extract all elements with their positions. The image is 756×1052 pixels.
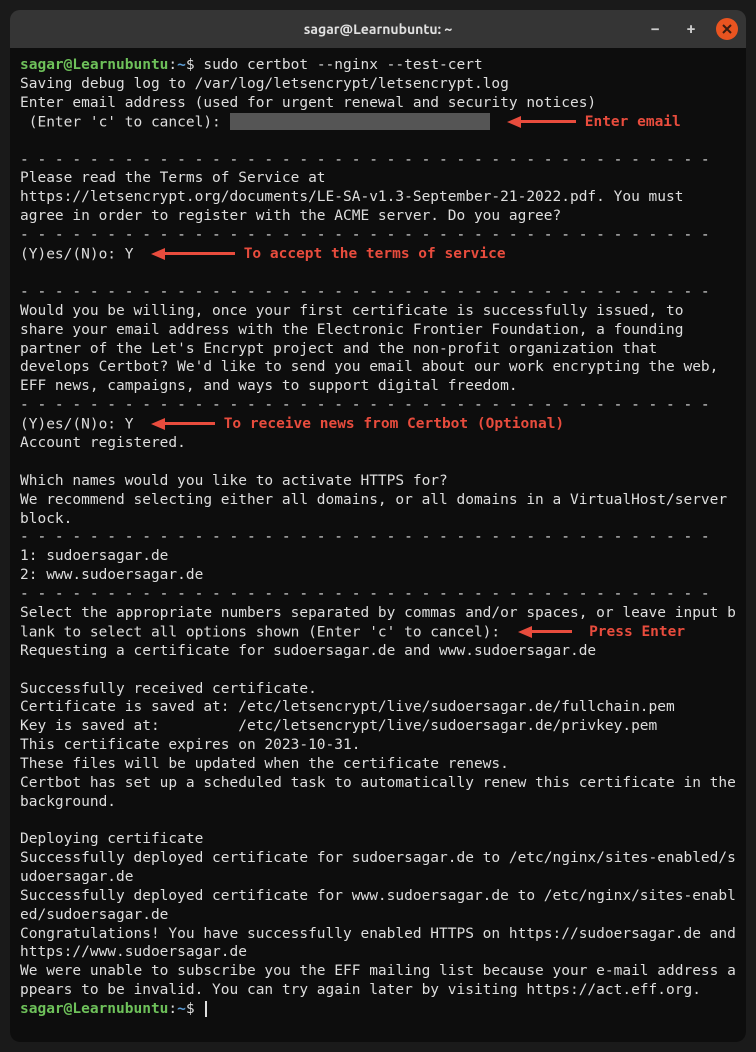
prompt-user: sagar@Learnubuntu [20, 57, 168, 73]
output-line: develops Certbot? We'd like to send you … [20, 358, 736, 377]
arrow-icon [151, 245, 235, 264]
output-line: Enter email address (used for urgent ren… [20, 94, 736, 113]
minimize-button[interactable]: − [644, 18, 666, 40]
output-line: Which names would you like to activate H… [20, 472, 736, 491]
annotation-tos: To accept the terms of service [244, 246, 506, 262]
output-line: Successfully deployed certificate for ww… [20, 887, 736, 925]
output-line: We recommend selecting either all domain… [20, 491, 736, 529]
window-title: sagar@Learnubuntu: ~ [304, 21, 453, 37]
prompt-line: sagar@Learnubuntu:~$ [20, 1000, 736, 1019]
arrow-icon [151, 415, 215, 434]
output-line: Deploying certificate [20, 830, 736, 849]
output-line: https://letsencrypt.org/documents/LE-SA-… [20, 188, 736, 207]
close-button[interactable] [716, 18, 738, 40]
separator: - - - - - - - - - - - - - - - - - - - - … [20, 151, 736, 170]
output-line: Successfully received certificate. [20, 680, 736, 699]
terminal-window: sagar@Learnubuntu: ~ − + sagar@Learnubun… [10, 10, 746, 1042]
output-line: Account registered. [20, 434, 736, 453]
prompt-path: ~ [177, 57, 186, 73]
output-line: Key is saved at: /etc/letsencrypt/live/s… [20, 717, 736, 736]
prompt-colon: : [168, 57, 177, 73]
output-line: (Y)es/(N)o: Y To accept the terms of ser… [20, 245, 736, 264]
separator: - - - - - - - - - - - - - - - - - - - - … [20, 396, 736, 415]
terminal-content[interactable]: sagar@Learnubuntu:~$ sudo certbot --ngin… [10, 48, 746, 1042]
output-line: (Y)es/(N)o: Y To receive news from Certb… [20, 415, 736, 434]
output-line: Congratulations! You have successfully e… [20, 925, 736, 963]
separator: - - - - - - - - - - - - - - - - - - - - … [20, 585, 736, 604]
output-line: We were unable to subscribe you the EFF … [20, 962, 736, 1000]
output-line: This certificate expires on 2023-10-31. [20, 736, 736, 755]
prompt-dollar: $ [186, 1001, 195, 1017]
output-line: Successfully deployed certificate for su… [20, 849, 736, 887]
annotation-news: To receive news from Certbot (Optional) [224, 416, 564, 432]
window-controls: − + [644, 18, 738, 40]
command: sudo certbot --nginx --test-cert [203, 57, 482, 73]
output-line: Please read the Terms of Service at [20, 169, 736, 188]
output-line: These files will be updated when the cer… [20, 755, 736, 774]
output-line: agree in order to register with the ACME… [20, 207, 736, 226]
output-line: partner of the Let's Encrypt project and… [20, 340, 736, 359]
output-line: (Enter 'c' to cancel): Enter email [20, 113, 736, 132]
output-line: Saving debug log to /var/log/letsencrypt… [20, 75, 736, 94]
output-line: share your email address with the Electr… [20, 321, 736, 340]
titlebar: sagar@Learnubuntu: ~ − + [10, 10, 746, 48]
output-line: Would you be willing, once your first ce… [20, 302, 736, 321]
separator: - - - - - - - - - - - - - - - - - - - - … [20, 226, 736, 245]
redacted-email [230, 113, 490, 130]
output-line: Certificate is saved at: /etc/letsencryp… [20, 698, 736, 717]
arrow-icon [507, 113, 576, 132]
output-line: Certbot has set up a scheduled task to a… [20, 774, 736, 812]
prompt-path: ~ [177, 1001, 186, 1017]
maximize-button[interactable]: + [680, 18, 702, 40]
output-line: Requesting a certificate for sudoersagar… [20, 642, 736, 661]
separator: - - - - - - - - - - - - - - - - - - - - … [20, 528, 736, 547]
annotation-email: Enter email [585, 114, 681, 130]
output-line: Select the appropriate numbers separated… [20, 604, 736, 642]
prompt-dollar: $ [186, 57, 195, 73]
cursor [205, 1001, 207, 1017]
output-line: 1: sudoersagar.de [20, 547, 736, 566]
annotation-enter: Press Enter [589, 624, 685, 640]
separator: - - - - - - - - - - - - - - - - - - - - … [20, 283, 736, 302]
output-line: 2: www.sudoersagar.de [20, 566, 736, 585]
arrow-icon [518, 623, 572, 642]
prompt-user: sagar@Learnubuntu [20, 1001, 168, 1017]
output-line: EFF news, campaigns, and ways to support… [20, 377, 736, 396]
